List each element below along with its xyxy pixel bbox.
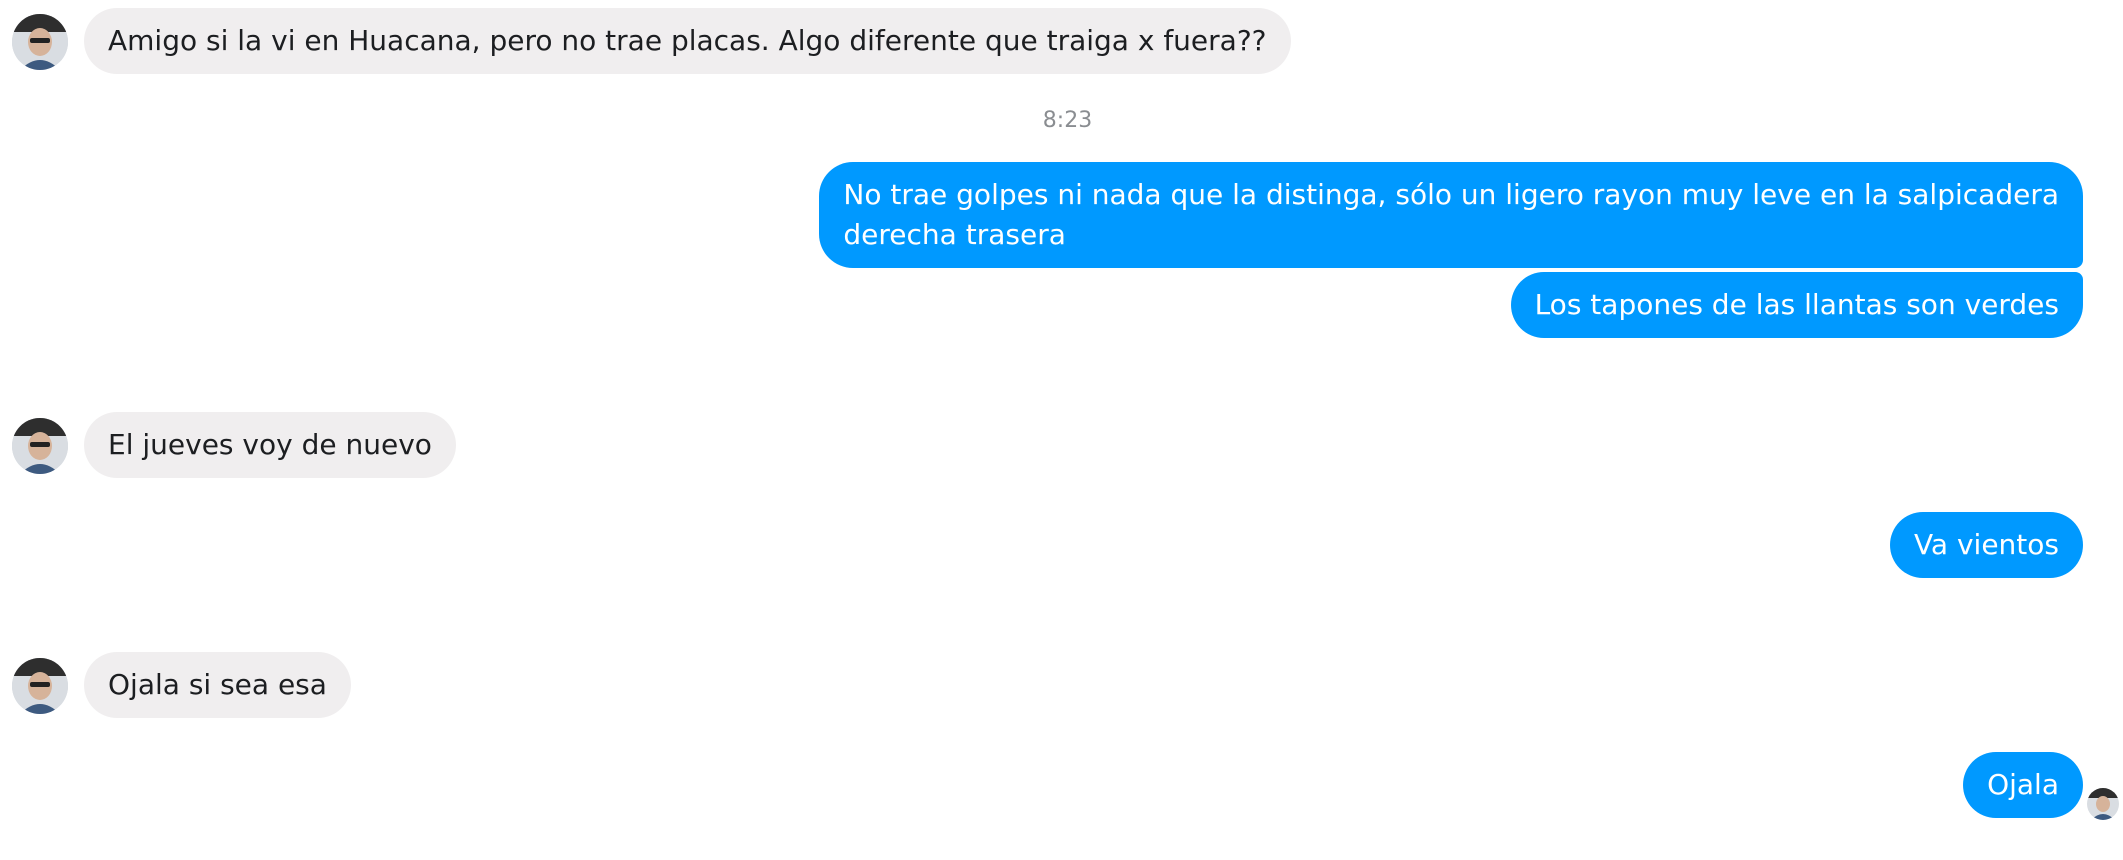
chat-thread: Amigo si la vi en Huacana, pero no trae … xyxy=(0,0,2123,860)
contact-avatar[interactable] xyxy=(12,418,68,474)
incoming-message[interactable]: El jueves voy de nuevo xyxy=(84,412,456,478)
message-text: Ojala si sea esa xyxy=(108,668,327,701)
message-text-line-2: derecha trasera xyxy=(843,218,1066,251)
message-text: Los tapones de las llantas son verdes xyxy=(1534,288,2059,321)
outgoing-message[interactable]: Va vientos xyxy=(1889,512,2083,578)
message-text: El jueves voy de nuevo xyxy=(108,428,432,461)
message-text: Va vientos xyxy=(1913,528,2059,561)
outgoing-message[interactable]: No trae golpes ni nada que la distinga, … xyxy=(819,162,2083,268)
read-receipt-avatar xyxy=(2087,788,2119,820)
message-text-line-1: No trae golpes ni nada que la distinga, … xyxy=(843,178,2059,211)
outgoing-message[interactable]: Ojala xyxy=(1963,752,2083,818)
incoming-message[interactable]: Ojala si sea esa xyxy=(84,652,351,718)
incoming-message[interactable]: Amigo si la vi en Huacana, pero no trae … xyxy=(84,8,1291,74)
outgoing-message[interactable]: Los tapones de las llantas son verdes xyxy=(1510,272,2083,338)
message-text: Ojala xyxy=(1987,768,2059,801)
message-timestamp: 8:23 xyxy=(1042,108,1093,133)
message-text: Amigo si la vi en Huacana, pero no trae … xyxy=(108,24,1267,57)
contact-avatar[interactable] xyxy=(12,14,68,70)
contact-avatar[interactable] xyxy=(12,658,68,714)
